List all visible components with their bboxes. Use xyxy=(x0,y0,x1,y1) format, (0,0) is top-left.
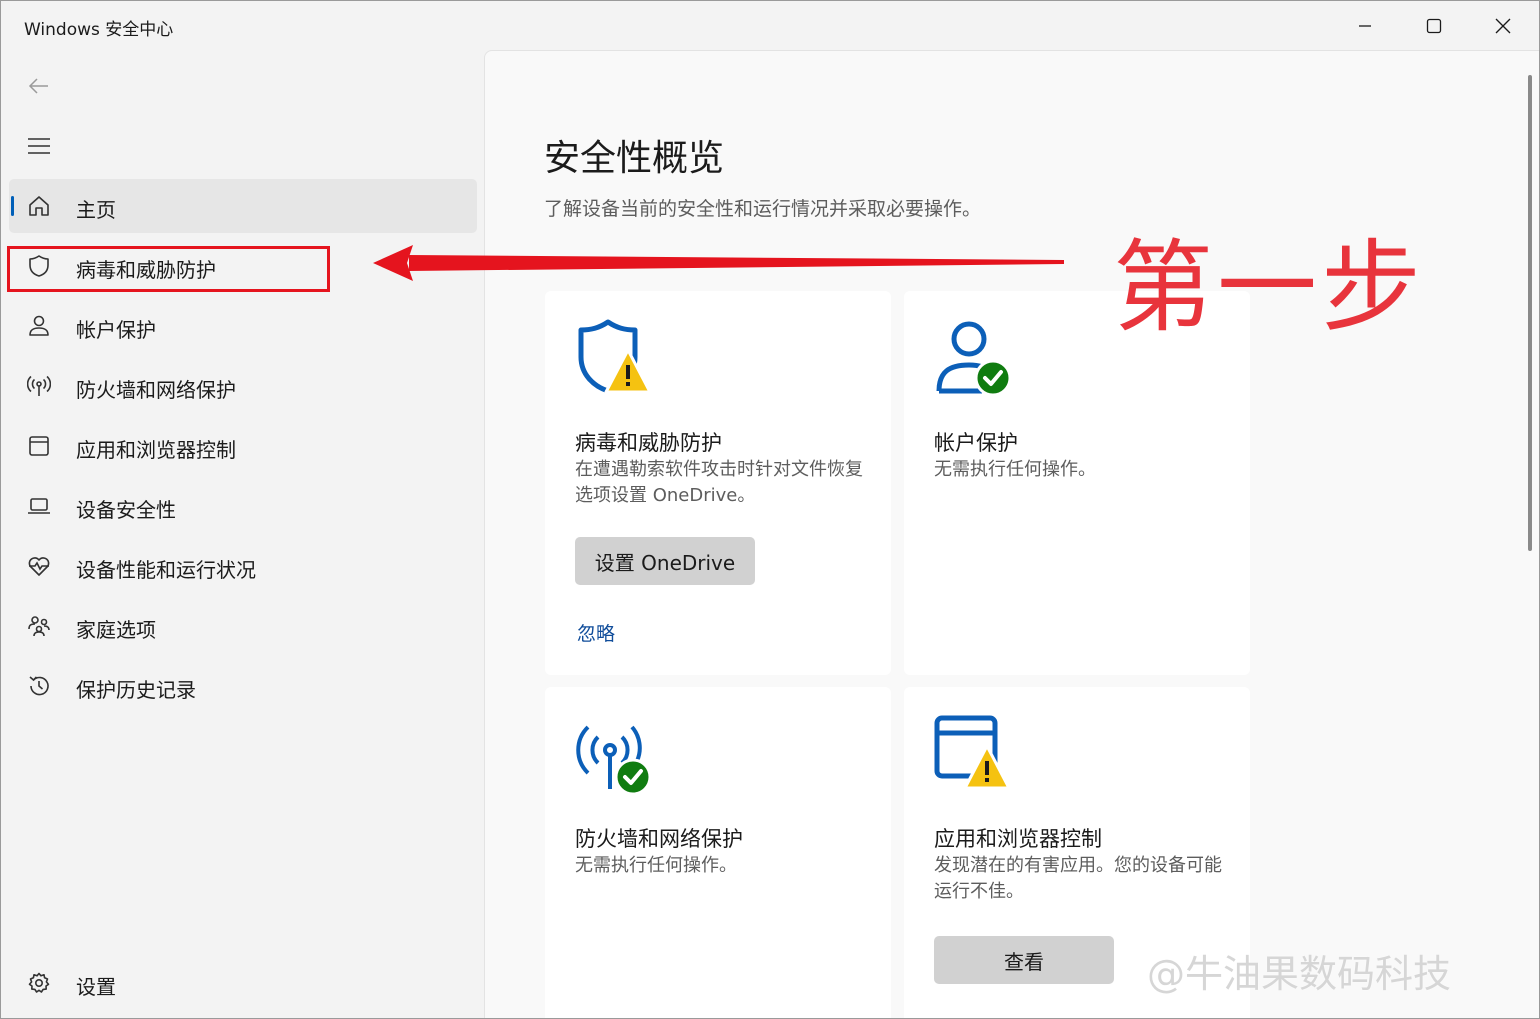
shield-warning-icon xyxy=(575,319,655,399)
sidebar-item-label: 设备安全性 xyxy=(76,498,176,522)
app-window-icon xyxy=(27,434,51,458)
maximize-icon xyxy=(1426,18,1442,34)
card-title: 应用和浏览器控制 xyxy=(934,827,1102,851)
watermark: @牛油果数码科技 xyxy=(1147,952,1452,996)
laptop-icon xyxy=(27,494,51,518)
family-icon xyxy=(27,614,51,638)
close-button[interactable] xyxy=(1469,1,1537,51)
annotation-arrow xyxy=(373,245,1064,281)
scrollbar[interactable] xyxy=(1528,75,1532,551)
setup-onedrive-button[interactable]: 设置 OneDrive xyxy=(575,537,755,585)
sidebar-item-firewall[interactable]: 防火墙和网络保护 xyxy=(9,359,477,413)
gear-icon xyxy=(27,971,51,995)
sidebar-item-settings[interactable]: 设置 xyxy=(9,956,477,1010)
sidebar-item-label: 设备性能和运行状况 xyxy=(76,558,256,582)
sidebar-item-label: 应用和浏览器控制 xyxy=(76,438,236,462)
history-icon xyxy=(27,674,51,698)
sidebar-item-label: 设置 xyxy=(76,975,116,999)
view-button[interactable]: 查看 xyxy=(934,936,1114,984)
sidebar-item-family-options[interactable]: 家庭选项 xyxy=(9,599,477,653)
arrow-left-icon xyxy=(28,78,48,94)
sidebar-item-account-protection[interactable]: 帐户保护 xyxy=(9,299,477,353)
card-description: 无需执行任何操作。 xyxy=(934,459,1096,480)
sidebar-item-app-browser-control[interactable]: 应用和浏览器控制 xyxy=(9,419,477,473)
sidebar-item-device-performance[interactable]: 设备性能和运行状况 xyxy=(9,539,477,593)
app-title: Windows 安全中心 xyxy=(24,20,174,40)
sidebar-item-device-security[interactable]: 设备安全性 xyxy=(9,479,477,533)
minimize-icon xyxy=(1359,25,1371,27)
card-virus-protection[interactable]: 病毒和威胁防护 在遭遇勒索软件攻击时针对文件恢复选项设置 OneDrive。 设… xyxy=(545,291,891,675)
app-window: Windows 安全中心 主页 病毒和威胁防护 帐户保护 防火墙和网络保护 应用… xyxy=(0,0,1540,1019)
card-description: 无需执行任何操作。 xyxy=(575,855,737,876)
page-title: 安全性概览 xyxy=(544,138,725,179)
card-firewall-protection[interactable]: 防火墙和网络保护 无需执行任何操作。 xyxy=(545,687,891,1018)
annotation-highlight-box xyxy=(7,246,330,292)
sidebar-item-label: 主页 xyxy=(76,198,116,222)
hamburger-icon xyxy=(28,138,50,154)
close-icon xyxy=(1495,18,1511,34)
card-description: 发现潜在的有害应用。您的设备可能运行不佳。 xyxy=(934,855,1222,902)
home-icon xyxy=(27,194,51,218)
app-window-warning-icon xyxy=(934,715,1014,795)
sidebar-item-label: 保护历史记录 xyxy=(76,678,196,702)
annotation-step-label: 第一步 xyxy=(1113,229,1425,346)
sidebar-item-home[interactable]: 主页 xyxy=(9,179,477,233)
card-title: 帐户保护 xyxy=(934,431,1018,455)
sidebar-item-label: 家庭选项 xyxy=(76,618,156,642)
sidebar-item-label: 帐户保护 xyxy=(76,318,156,342)
minimize-button[interactable] xyxy=(1331,1,1399,51)
maximize-button[interactable] xyxy=(1400,1,1468,51)
dismiss-link[interactable]: 忽略 xyxy=(577,619,615,646)
antenna-check-icon xyxy=(575,715,655,796)
title-bar: Windows 安全中心 xyxy=(1,1,1539,51)
page-subtitle: 了解设备当前的安全性和运行情况并采取必要操作。 xyxy=(544,198,982,220)
sidebar-item-protection-history[interactable]: 保护历史记录 xyxy=(9,659,477,713)
sidebar-item-label: 防火墙和网络保护 xyxy=(76,378,236,402)
menu-button[interactable] xyxy=(19,129,59,163)
person-check-icon xyxy=(934,319,1014,399)
card-title: 病毒和威胁防护 xyxy=(575,431,722,455)
card-title: 防火墙和网络保护 xyxy=(575,827,743,851)
card-description: 在遭遇勒索软件攻击时针对文件恢复选项设置 OneDrive。 xyxy=(575,459,863,506)
person-icon xyxy=(27,314,51,338)
back-button[interactable] xyxy=(19,69,59,103)
antenna-icon xyxy=(26,374,52,398)
heart-pulse-icon xyxy=(27,554,51,578)
